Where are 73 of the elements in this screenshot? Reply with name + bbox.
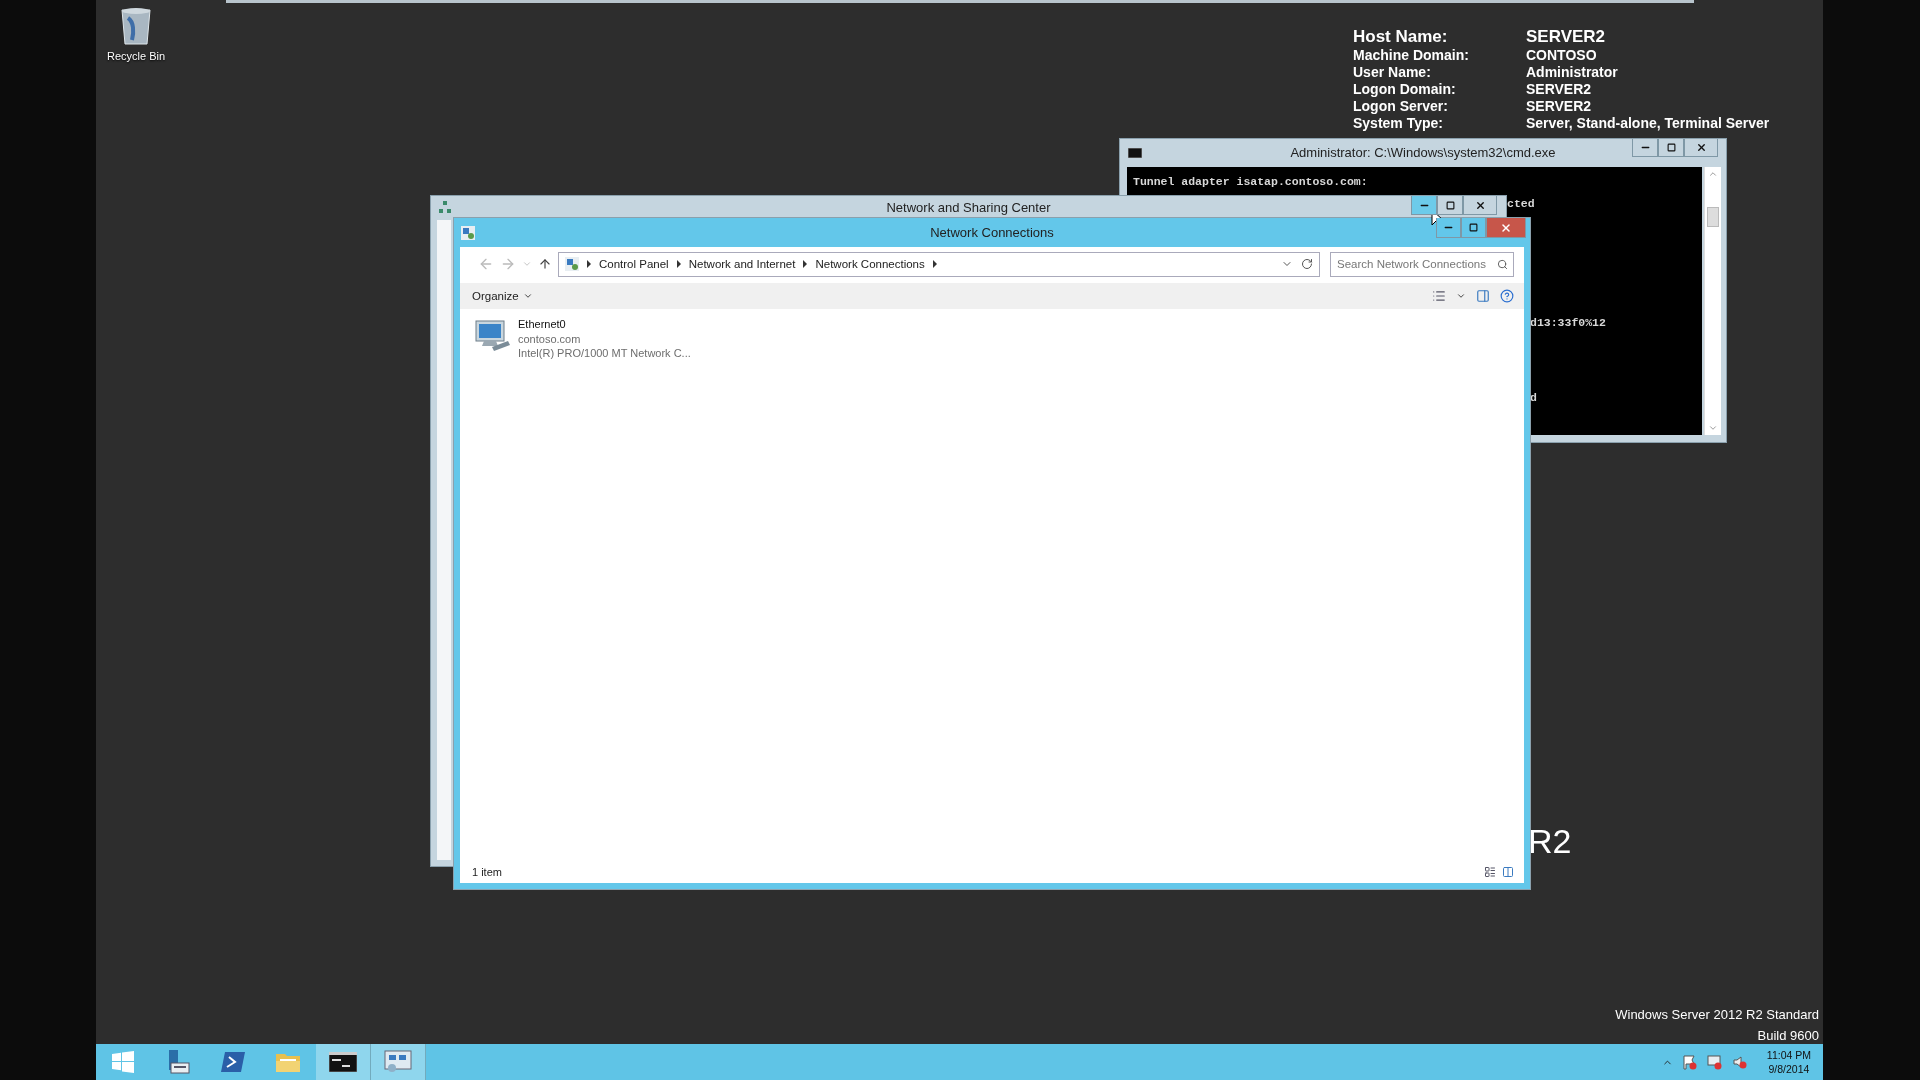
maximize-icon bbox=[1445, 200, 1455, 210]
close-icon bbox=[1500, 221, 1512, 234]
console-line: cted bbox=[1507, 197, 1535, 210]
scroll-thumb[interactable] bbox=[1707, 207, 1719, 227]
info-value: Server, Stand-alone, Terminal Server bbox=[1526, 115, 1770, 132]
search-field[interactable]: Search Network Connections bbox=[1330, 251, 1514, 277]
console-line: d13:33f0%12 bbox=[1530, 316, 1606, 329]
window-title: Network Connections bbox=[930, 225, 1054, 240]
scrollbar[interactable] bbox=[1704, 167, 1721, 435]
clock-time[interactable]: 11:04 PM bbox=[1766, 1048, 1811, 1062]
window-title: Network and Sharing Center bbox=[886, 199, 1051, 215]
info-label: Host Name: bbox=[1353, 27, 1449, 47]
speaker-icon[interactable] bbox=[1731, 1054, 1748, 1070]
close-icon bbox=[1474, 199, 1486, 211]
desktop-icon-label[interactable]: Recycle Bin bbox=[106, 50, 166, 62]
console-icon bbox=[329, 1052, 357, 1072]
maximize-button[interactable] bbox=[1658, 139, 1684, 157]
info-value: SERVER2 bbox=[1526, 27, 1607, 47]
console-line: Tunnel adapter isatap.contoso.com: bbox=[1133, 175, 1368, 188]
close-icon bbox=[1695, 142, 1707, 153]
info-value: Administrator bbox=[1526, 64, 1619, 81]
caret-icon[interactable] bbox=[1456, 291, 1466, 301]
connection-name[interactable]: Ethernet0 bbox=[518, 317, 691, 332]
recycle-bin-icon[interactable] bbox=[120, 6, 152, 46]
wallpaper-text: R2 bbox=[1528, 822, 1572, 861]
refresh-icon[interactable] bbox=[1301, 258, 1313, 270]
control-panel-icon bbox=[461, 225, 475, 240]
close-button[interactable] bbox=[1463, 196, 1497, 215]
edition-text: Windows Server 2012 R2 Standard bbox=[1615, 1006, 1819, 1024]
breadcrumb-item[interactable]: Network and Internet bbox=[688, 258, 796, 270]
help-icon[interactable] bbox=[1500, 289, 1514, 303]
folder-icon bbox=[275, 1051, 301, 1073]
close-button[interactable] bbox=[1684, 139, 1718, 157]
maximize-button[interactable] bbox=[1437, 196, 1463, 215]
connection-adapter: Intel(R) PRO/1000 MT Network C... bbox=[518, 346, 691, 361]
console-icon bbox=[1128, 147, 1142, 158]
organize-button[interactable]: Organize bbox=[472, 290, 533, 302]
info-value: CONTOSO bbox=[1526, 47, 1598, 64]
info-label: User Name: bbox=[1353, 64, 1432, 81]
maximize-button[interactable] bbox=[1461, 218, 1486, 238]
info-label: Logon Domain: bbox=[1353, 81, 1457, 98]
clock-date[interactable]: 9/8/2014 bbox=[1768, 1062, 1810, 1076]
info-value: SERVER2 bbox=[1526, 81, 1593, 98]
network-monitor-icon bbox=[384, 1050, 412, 1074]
scroll-down-icon[interactable] bbox=[1708, 423, 1718, 433]
edition-text: Build 9600 bbox=[1757, 1027, 1819, 1045]
window-title: Administrator: C:\Windows\system32\cmd.exe bbox=[1290, 145, 1556, 160]
network-icon[interactable] bbox=[1706, 1054, 1723, 1070]
network-icon bbox=[439, 201, 451, 213]
status-text: 1 item bbox=[472, 866, 503, 878]
info-label: System Type: bbox=[1353, 115, 1444, 132]
scroll-up-icon[interactable] bbox=[1708, 169, 1718, 179]
breadcrumb-item[interactable]: Control Panel bbox=[599, 258, 669, 270]
maximize-icon bbox=[1469, 223, 1478, 232]
view-options-icon[interactable] bbox=[1432, 289, 1446, 303]
details-view-icon[interactable] bbox=[1484, 866, 1496, 878]
caret-icon bbox=[522, 291, 533, 301]
control-panel-icon bbox=[565, 257, 579, 271]
flag-icon[interactable] bbox=[1681, 1054, 1698, 1070]
info-label: Logon Server: bbox=[1353, 98, 1449, 115]
maximize-icon bbox=[1666, 143, 1676, 152]
terminal-arrow-icon bbox=[220, 1051, 246, 1073]
breadcrumb-item[interactable]: Network Connections bbox=[815, 258, 925, 270]
search-icon[interactable] bbox=[1497, 258, 1508, 270]
info-label: Machine Domain: bbox=[1353, 47, 1470, 64]
windows-logo-icon bbox=[112, 1051, 134, 1073]
connection-network: contoso.com bbox=[518, 331, 582, 346]
console-line: d bbox=[1530, 391, 1537, 404]
taskbar-button[interactable] bbox=[316, 1044, 371, 1080]
info-value: SERVER2 bbox=[1526, 98, 1593, 115]
tiles-view-icon[interactable] bbox=[1502, 866, 1514, 878]
preview-pane-icon[interactable] bbox=[1476, 289, 1490, 303]
address-bar[interactable]: Control Panel Network and Internet Network Connections bbox=[558, 251, 1320, 277]
